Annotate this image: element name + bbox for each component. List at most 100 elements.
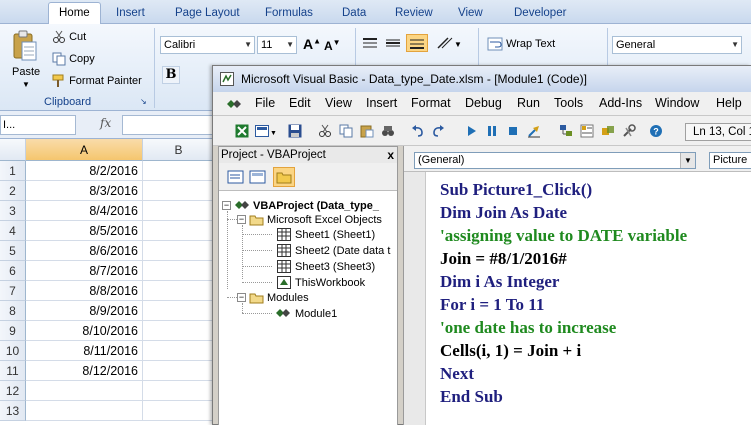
procedure-dropdown[interactable]: Picture	[709, 152, 751, 169]
align-bottom-button[interactable]	[406, 34, 428, 52]
tab-view[interactable]: View	[458, 4, 483, 24]
run-icon[interactable]	[464, 124, 478, 138]
format-painter-button[interactable]: Format Painter	[52, 74, 142, 88]
formula-input[interactable]	[122, 115, 222, 135]
project-explorer-icon[interactable]	[559, 124, 573, 138]
undo-icon[interactable]	[411, 124, 425, 138]
tree-node-vbaproject[interactable]: VBAProject (Data_type_	[253, 199, 379, 213]
cell-b[interactable]	[143, 261, 215, 281]
row-header[interactable]: 4	[0, 221, 26, 241]
insert-module-icon[interactable]: ▼	[255, 124, 277, 138]
cell-b[interactable]	[143, 161, 215, 181]
cell-a[interactable]: 8/4/2016	[26, 201, 143, 221]
code-editor[interactable]: Sub Picture1_Click() Dim Join As Date 'ass…	[440, 178, 751, 425]
tree-node-modules[interactable]: Modules	[267, 291, 309, 305]
collapse-icon[interactable]: −	[237, 293, 246, 302]
cell-b[interactable]	[143, 381, 215, 401]
orientation-button[interactable]: ▼	[436, 36, 462, 50]
tree-node-sheet3[interactable]: Sheet3 (Sheet3)	[295, 260, 375, 274]
align-middle-button[interactable]	[384, 36, 402, 50]
cell-b[interactable]	[143, 401, 215, 421]
cell-a[interactable]: 8/12/2016	[26, 361, 143, 381]
object-dropdown[interactable]: (General) ▼	[414, 152, 696, 169]
view-code-icon[interactable]	[227, 169, 245, 185]
row-header[interactable]: 11	[0, 361, 26, 381]
column-header-a[interactable]: A	[26, 139, 143, 161]
menu-file[interactable]: File	[255, 96, 275, 110]
object-browser-icon[interactable]	[601, 124, 615, 138]
grow-font-icon[interactable]: A▲	[303, 36, 321, 52]
redo-icon[interactable]	[431, 124, 445, 138]
tab-data[interactable]: Data	[342, 4, 366, 24]
column-header-b[interactable]: B	[143, 139, 215, 161]
select-all-corner[interactable]	[0, 139, 26, 161]
font-size-select[interactable]: 11 ▼	[257, 36, 297, 54]
toggle-folders-icon[interactable]	[273, 167, 295, 187]
row-header[interactable]: 12	[0, 381, 26, 401]
tree-node-excel-objects[interactable]: Microsoft Excel Objects	[267, 213, 382, 227]
cell-b[interactable]	[143, 241, 215, 261]
cell-a[interactable]: 8/8/2016	[26, 281, 143, 301]
reset-icon[interactable]	[506, 124, 520, 138]
tree-node-sheet2[interactable]: Sheet2 (Date data t	[295, 244, 390, 258]
cell-a[interactable]	[26, 381, 143, 401]
save-icon[interactable]	[288, 124, 302, 138]
menu-edit[interactable]: Edit	[289, 96, 311, 110]
row-header[interactable]: 7	[0, 281, 26, 301]
tab-page-layout[interactable]: Page Layout	[175, 4, 240, 24]
cell-b[interactable]	[143, 201, 215, 221]
row-header[interactable]: 9	[0, 321, 26, 341]
cut-button[interactable]: Cut	[52, 30, 86, 44]
align-top-button[interactable]	[361, 36, 379, 50]
paste-dropdown-icon[interactable]: ▼	[22, 80, 30, 89]
design-mode-icon[interactable]	[527, 124, 541, 138]
vba-project-icon[interactable]	[225, 96, 243, 112]
find-icon[interactable]	[381, 124, 395, 138]
row-header[interactable]: 5	[0, 241, 26, 261]
close-icon[interactable]: x	[387, 147, 394, 163]
cell-a[interactable]: 8/11/2016	[26, 341, 143, 361]
menu-view[interactable]: View	[325, 96, 352, 110]
tab-developer[interactable]: Developer	[514, 4, 566, 24]
toolbox-icon[interactable]	[622, 124, 636, 138]
tab-formulas[interactable]: Formulas	[265, 4, 313, 24]
collapse-icon[interactable]: −	[237, 215, 246, 224]
row-header[interactable]: 6	[0, 261, 26, 281]
wrap-text-button[interactable]: Wrap Text	[487, 37, 555, 51]
cell-b[interactable]	[143, 341, 215, 361]
row-header[interactable]: 2	[0, 181, 26, 201]
row-header[interactable]: 10	[0, 341, 26, 361]
tree-node-sheet1[interactable]: Sheet1 (Sheet1)	[295, 228, 375, 242]
paste-label[interactable]: Paste	[12, 66, 40, 78]
cell-b[interactable]	[143, 301, 215, 321]
menu-add-ins[interactable]: Add-Ins	[599, 96, 642, 110]
clipboard-launcher-icon[interactable]: ↘	[140, 97, 147, 106]
cell-a[interactable]: 8/2/2016	[26, 161, 143, 181]
cell-b[interactable]	[143, 281, 215, 301]
row-header[interactable]: 3	[0, 201, 26, 221]
code-margin-indicator-bar[interactable]	[404, 172, 426, 425]
row-header[interactable]: 8	[0, 301, 26, 321]
collapse-icon[interactable]: −	[222, 201, 231, 210]
paste-icon[interactable]	[360, 124, 374, 138]
menu-format[interactable]: Format	[411, 96, 451, 110]
cell-b[interactable]	[143, 221, 215, 241]
font-name-select[interactable]: Calibri ▼	[160, 36, 255, 54]
number-format-select[interactable]: General ▼	[612, 36, 742, 54]
cell-a[interactable]	[26, 401, 143, 421]
cell-a[interactable]: 8/7/2016	[26, 261, 143, 281]
tree-node-module1[interactable]: Module1	[295, 307, 337, 321]
tab-review[interactable]: Review	[395, 4, 433, 24]
menu-help[interactable]: Help	[716, 96, 742, 110]
copy-button[interactable]: Copy	[52, 52, 95, 66]
help-icon[interactable]: ?	[649, 124, 663, 138]
cut-icon[interactable]	[318, 124, 332, 138]
shrink-font-icon[interactable]: A▼	[324, 38, 341, 53]
row-header[interactable]: 1	[0, 161, 26, 181]
tab-home[interactable]: Home	[48, 2, 101, 25]
tree-node-thisworkbook[interactable]: ThisWorkbook	[295, 276, 365, 290]
menu-window[interactable]: Window	[655, 96, 699, 110]
cell-a[interactable]: 8/9/2016	[26, 301, 143, 321]
menu-tools[interactable]: Tools	[554, 96, 583, 110]
cell-a[interactable]: 8/5/2016	[26, 221, 143, 241]
